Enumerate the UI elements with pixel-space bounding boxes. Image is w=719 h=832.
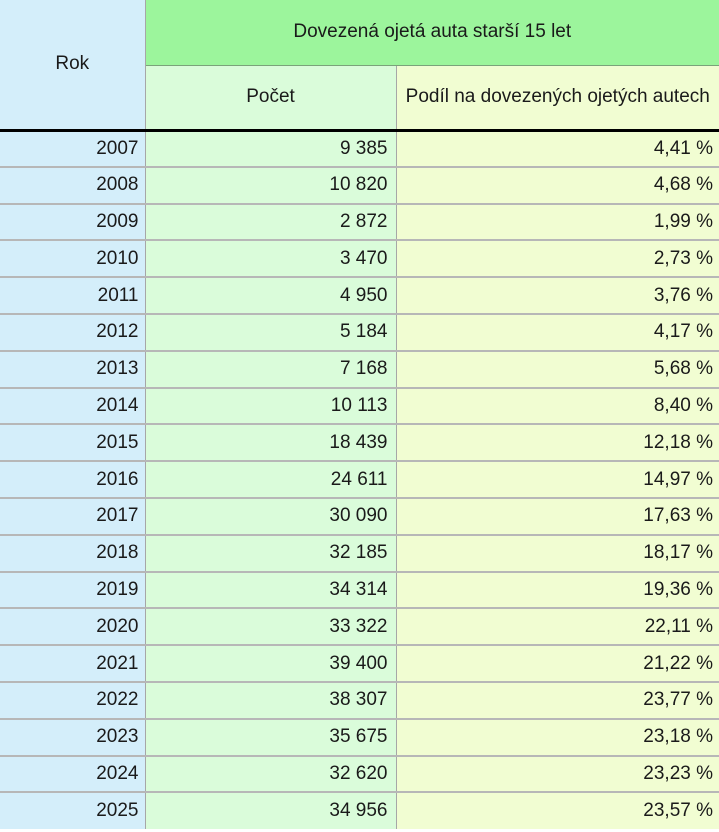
- table-row: 2012 5 184 4,17 %: [0, 313, 719, 352]
- share-cell: 23,57 %: [396, 792, 719, 830]
- year-cell: 2010: [0, 240, 146, 279]
- share-cell: 3,76 %: [396, 277, 719, 315]
- count-cell: 33 322: [145, 608, 397, 647]
- table-row: 2007 9 385 4,41 %: [0, 130, 719, 168]
- share-cell: 4,68 %: [396, 166, 719, 205]
- table-row: 2023 35 675 23,18 %: [0, 718, 719, 757]
- table-row: 2010 3 470 2,73 %: [0, 240, 719, 279]
- table-row: 2019 34 314 19,36 %: [0, 571, 719, 610]
- year-cell: 2012: [0, 313, 146, 352]
- share-cell: 18,17 %: [396, 534, 719, 573]
- table-row: 2017 30 090 17,63 %: [0, 497, 719, 536]
- count-cell: 7 168: [145, 350, 397, 389]
- count-cell: 32 185: [145, 534, 397, 573]
- table-row: 2011 4 950 3,76 %: [0, 277, 719, 315]
- year-cell: 2018: [0, 534, 146, 573]
- count-cell: 34 956: [145, 792, 397, 830]
- share-cell: 22,11 %: [396, 608, 719, 647]
- count-cell: 34 314: [145, 571, 397, 610]
- count-cell: 5 184: [145, 313, 397, 352]
- share-cell: 23,23 %: [396, 755, 719, 794]
- column-header-share: Podíl na dovezených ojetých autech: [396, 65, 719, 132]
- count-cell: 24 611: [145, 461, 397, 499]
- year-cell: 2020: [0, 608, 146, 647]
- share-cell: 1,99 %: [396, 203, 719, 242]
- table-row: 2020 33 322 22,11 %: [0, 608, 719, 647]
- year-cell: 2017: [0, 497, 146, 536]
- year-cell: 2019: [0, 571, 146, 610]
- count-cell: 9 385: [145, 130, 397, 168]
- table-row: 2025 34 956 23,57 %: [0, 792, 719, 830]
- column-header-year: Rok: [0, 0, 146, 132]
- table-row: 2009 2 872 1,99 %: [0, 203, 719, 242]
- table-row: 2013 7 168 5,68 %: [0, 350, 719, 389]
- table-row: 2008 10 820 4,68 %: [0, 166, 719, 205]
- share-cell: 5,68 %: [396, 350, 719, 389]
- share-cell: 12,18 %: [396, 424, 719, 463]
- count-cell: 18 439: [145, 424, 397, 463]
- share-cell: 2,73 %: [396, 240, 719, 279]
- count-cell: 32 620: [145, 755, 397, 794]
- year-cell: 2023: [0, 718, 146, 757]
- share-cell: 23,18 %: [396, 718, 719, 757]
- table-row: 2015 18 439 12,18 %: [0, 424, 719, 463]
- count-cell: 38 307: [145, 681, 397, 720]
- table-row: 2016 24 611 14,97 %: [0, 461, 719, 499]
- table-body: 2007 9 385 4,41 % 2008 10 820 4,68 % 2009 2 872…: [0, 130, 719, 830]
- count-cell: 35 675: [145, 718, 397, 757]
- share-cell: 23,77 %: [396, 681, 719, 720]
- year-cell: 2022: [0, 681, 146, 720]
- table-row: 2021 39 400 21,22 %: [0, 645, 719, 683]
- share-cell: 21,22 %: [396, 645, 719, 683]
- count-cell: 4 950: [145, 277, 397, 315]
- column-header-count: Počet: [145, 65, 397, 132]
- table-row: 2022 38 307 23,77 %: [0, 681, 719, 720]
- year-cell: 2007: [0, 130, 146, 168]
- year-cell: 2016: [0, 461, 146, 499]
- count-cell: 30 090: [145, 497, 397, 536]
- year-cell: 2024: [0, 755, 146, 794]
- count-cell: 2 872: [145, 203, 397, 242]
- table-row: 2024 32 620 23,23 %: [0, 755, 719, 794]
- share-cell: 4,17 %: [396, 313, 719, 352]
- table-row: 2014 10 113 8,40 %: [0, 387, 719, 426]
- year-cell: 2013: [0, 350, 146, 389]
- year-cell: 2009: [0, 203, 146, 242]
- column-group-header: Dovezená ojetá auta starší 15 let: [145, 0, 719, 66]
- count-cell: 3 470: [145, 240, 397, 279]
- count-cell: 10 820: [145, 166, 397, 205]
- year-cell: 2015: [0, 424, 146, 463]
- year-cell: 2025: [0, 792, 146, 830]
- year-cell: 2011: [0, 277, 146, 315]
- year-cell: 2014: [0, 387, 146, 426]
- count-cell: 39 400: [145, 645, 397, 683]
- share-cell: 19,36 %: [396, 571, 719, 610]
- share-cell: 17,63 %: [396, 497, 719, 536]
- table-row: 2018 32 185 18,17 %: [0, 534, 719, 573]
- share-cell: 8,40 %: [396, 387, 719, 426]
- table-header: Rok Dovezená ojetá auta starší 15 let Po…: [0, 0, 719, 132]
- count-cell: 10 113: [145, 387, 397, 426]
- year-cell: 2021: [0, 645, 146, 683]
- share-cell: 14,97 %: [396, 461, 719, 499]
- share-cell: 4,41 %: [396, 130, 719, 168]
- data-table: Rok Dovezená ojetá auta starší 15 let Po…: [0, 0, 719, 830]
- year-cell: 2008: [0, 166, 146, 205]
